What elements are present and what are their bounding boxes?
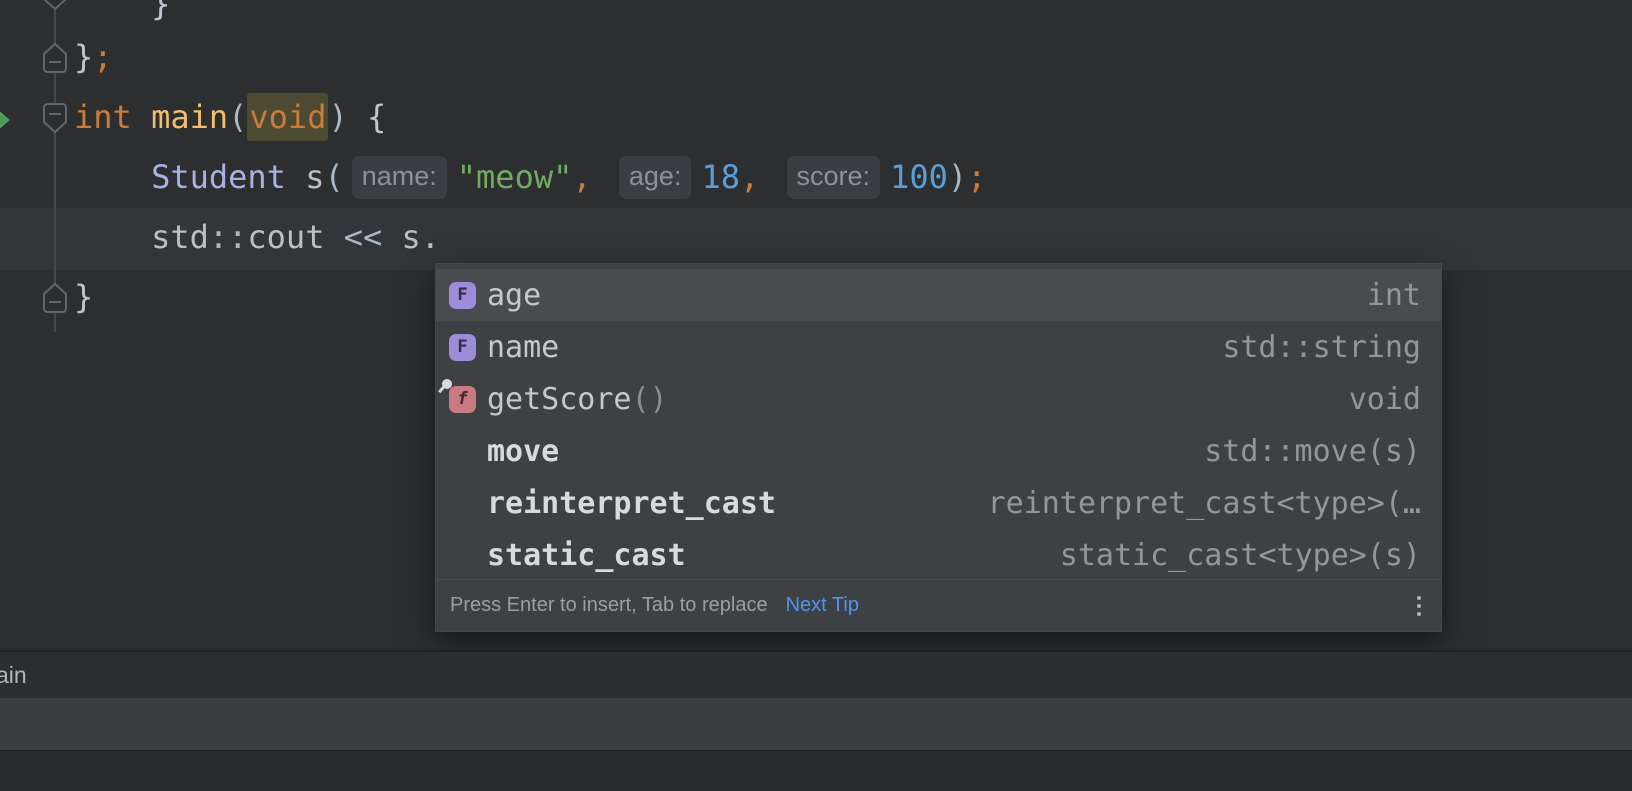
code-token — [74, 158, 151, 196]
pin-icon — [442, 379, 452, 389]
code-token: ( — [228, 98, 247, 136]
completion-item-type: static_cast<type>(s) — [1060, 538, 1421, 573]
inlay-hint[interactable]: score: — [787, 156, 881, 199]
completion-item[interactable]: reinterpret_cast reinterpret_cast<type>(… — [436, 477, 1441, 529]
breadcrumb-bar: ain — [0, 650, 1632, 698]
code-token: "meow" — [457, 158, 573, 196]
kebab-menu-icon[interactable] — [1413, 592, 1425, 620]
inlay-hint[interactable]: age: — [619, 156, 692, 199]
no-icon — [449, 438, 476, 465]
code-line: int main(void) { — [74, 87, 386, 147]
completion-item-label: age — [487, 278, 541, 313]
ide-window: }};int main(void) { Student s(name:"meow… — [0, 0, 1632, 791]
code-token: main — [151, 98, 228, 136]
code-token — [592, 158, 611, 196]
code-editor[interactable]: }};int main(void) { Student s(name:"meow… — [0, 0, 1632, 650]
completion-item-label: static_cast — [487, 538, 686, 573]
code-token: , — [572, 158, 591, 196]
no-icon — [449, 490, 476, 517]
code-line: }; — [74, 27, 113, 87]
function-icon: f — [449, 386, 476, 413]
field-icon: F — [449, 334, 476, 361]
status-bar — [0, 750, 1632, 791]
completion-item-label: getScore() — [487, 382, 668, 417]
completion-item[interactable]: static_cast static_cast<type>(s) — [436, 529, 1441, 581]
code-token: ; — [967, 158, 986, 196]
code-token: } — [74, 38, 93, 76]
code-token: int — [74, 98, 132, 136]
code-token: { — [367, 98, 386, 136]
completion-item[interactable]: f getScore() void — [436, 373, 1441, 425]
code-token: void — [247, 93, 328, 141]
tool-window-panel — [0, 698, 1632, 750]
completion-item[interactable]: F name std::string — [436, 321, 1441, 373]
code-token: std — [74, 218, 209, 256]
code-token: ( — [324, 158, 343, 196]
code-token: } — [74, 0, 170, 23]
completion-item-type: int — [1367, 278, 1421, 313]
code-token — [132, 98, 151, 136]
completion-hint: Press Enter to insert, Tab to replace — [450, 594, 768, 617]
completion-item-type: void — [1349, 382, 1421, 417]
code-line: } — [74, 267, 93, 327]
completion-item[interactable]: move std::move(s) — [436, 425, 1441, 477]
code-token: ; — [93, 38, 112, 76]
code-token: << — [344, 218, 383, 256]
field-icon: F — [449, 282, 476, 309]
code-token: s. — [382, 218, 440, 256]
completion-item-label: move — [487, 434, 559, 469]
code-line: std::cout << s. — [74, 207, 440, 267]
code-token: :: — [209, 218, 248, 256]
code-token: 18 — [701, 158, 740, 196]
code-token — [324, 218, 343, 256]
completion-popup: F age int F name std::string f getScore(… — [435, 263, 1442, 632]
breadcrumb-item[interactable]: ain — [0, 662, 27, 689]
code-token: ) — [948, 158, 967, 196]
no-icon — [449, 542, 476, 569]
completion-item[interactable]: F age int — [436, 269, 1441, 321]
code-token — [348, 98, 367, 136]
completion-item-type: reinterpret_cast<type>(… — [988, 486, 1421, 521]
code-token: ) — [328, 98, 347, 136]
code-line: Student s(name: "meow", age:18, score:100… — [74, 147, 986, 207]
next-tip-link[interactable]: Next Tip — [786, 594, 859, 617]
completion-footer: Press Enter to insert, Tab to replace Ne… — [436, 579, 1441, 631]
code-token: , — [740, 158, 759, 196]
completion-item-type: std::move(s) — [1204, 434, 1421, 469]
code-token: s — [286, 158, 325, 196]
code-token: } — [74, 278, 93, 316]
completion-item-label: name — [487, 330, 559, 365]
inlay-hint[interactable]: name: — [352, 156, 447, 199]
code-token: cout — [247, 218, 324, 256]
completion-item-type: std::string — [1222, 330, 1421, 365]
code-token: Student — [151, 158, 286, 196]
completion-item-label: reinterpret_cast — [487, 486, 776, 521]
completion-list: F age int F name std::string f getScore(… — [436, 269, 1441, 581]
code-token — [759, 158, 778, 196]
code-token: 100 — [890, 158, 948, 196]
